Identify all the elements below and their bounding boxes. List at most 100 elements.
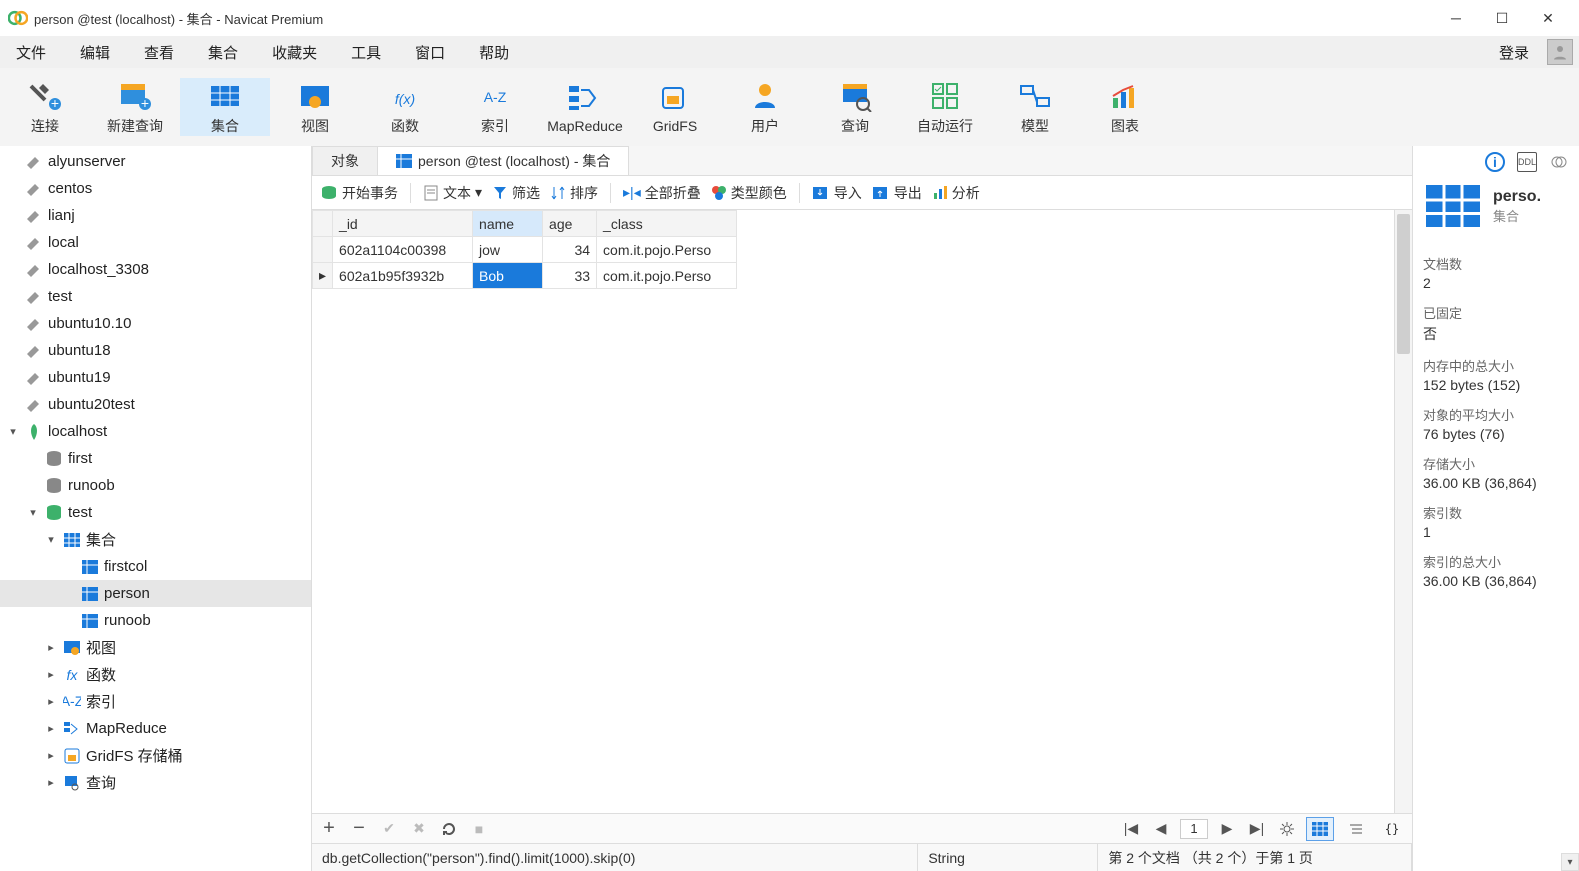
tool-mapreduce[interactable]: MapReduce [540, 78, 630, 136]
vertical-scrollbar[interactable] [1394, 210, 1412, 813]
tool-function[interactable]: f(x) 函数 [360, 78, 450, 136]
tree-conn-item[interactable]: centos [0, 175, 311, 202]
tab-bar: 对象 person @test (localhost) - 集合 [312, 146, 1412, 176]
tree-database-item[interactable]: first [0, 445, 311, 472]
tree-coll-item[interactable]: runoob [0, 607, 311, 634]
col-id[interactable]: _id [333, 211, 473, 237]
begin-tx-button[interactable]: 开始事务 [320, 183, 398, 203]
json-view-button[interactable]: {} [1378, 817, 1406, 841]
user-avatar-icon[interactable] [1547, 39, 1573, 65]
tree-conn-item[interactable]: test [0, 283, 311, 310]
data-grid[interactable]: _id name age _class 602a1104c00398 jow 3… [312, 210, 1394, 813]
connection-icon [24, 260, 44, 280]
type-color-button[interactable]: 类型颜色 [711, 183, 787, 203]
maximize-button[interactable]: ☐ [1479, 2, 1525, 34]
stat-key: 索引的总大小 [1423, 552, 1569, 571]
sort-button[interactable]: 排序 [550, 183, 598, 203]
tree-collections-node[interactable]: ▾集合 [0, 526, 311, 553]
menu-file[interactable]: 文件 [6, 38, 56, 67]
refresh-button[interactable] [438, 818, 460, 840]
overlap-icon[interactable] [1549, 152, 1569, 172]
col-name[interactable]: name [473, 211, 543, 237]
minimize-button[interactable]: ─ [1433, 2, 1479, 34]
tree-gridfs-node[interactable]: ▸GridFS 存储桶 [0, 742, 311, 769]
connection-tree[interactable]: alyunserver centos lianj local localhost… [0, 146, 311, 871]
close-button[interactable]: ✕ [1525, 2, 1571, 34]
tool-collection[interactable]: 集合 [180, 78, 270, 136]
tool-new-query[interactable]: + 新建查询 [90, 78, 180, 136]
stat-value: 76 bytes (76) [1423, 426, 1569, 442]
ddl-icon[interactable]: DDL [1517, 152, 1537, 172]
tool-user[interactable]: 用户 [720, 78, 810, 136]
stat-value: 36.00 KB (36,864) [1423, 475, 1569, 491]
analyze-button[interactable]: 分析 [932, 183, 980, 203]
tree-coll-item[interactable]: firstcol [0, 553, 311, 580]
tree-functions-node[interactable]: ▸fx函数 [0, 661, 311, 688]
last-page-button[interactable]: ▶| [1246, 818, 1268, 840]
filter-icon [492, 185, 508, 201]
tree-mapreduce-node[interactable]: ▸MapReduce [0, 715, 311, 742]
tree-database-test[interactable]: ▾test [0, 499, 311, 526]
tree-conn-item[interactable]: ubuntu18 [0, 337, 311, 364]
tree-conn-item[interactable]: ubuntu20test [0, 391, 311, 418]
tree-conn-item[interactable]: ubuntu10.10 [0, 310, 311, 337]
connection-icon [24, 206, 44, 226]
tree-conn-item[interactable]: local [0, 229, 311, 256]
panel-title: perso. [1493, 188, 1541, 206]
tree-conn-item[interactable]: ubuntu19 [0, 364, 311, 391]
tool-index[interactable]: A-Z 索引 [450, 78, 540, 136]
tab-document[interactable]: person @test (localhost) - 集合 [377, 146, 629, 175]
next-page-button[interactable]: ▶ [1216, 818, 1238, 840]
tree-database-item[interactable]: runoob [0, 472, 311, 499]
menu-collection[interactable]: 集合 [198, 38, 248, 67]
tree-views-node[interactable]: ▸视图 [0, 634, 311, 661]
tree-conn-item[interactable]: lianj [0, 202, 311, 229]
info-icon[interactable]: i [1485, 152, 1505, 172]
tree-coll-person[interactable]: person [0, 580, 311, 607]
tool-view[interactable]: 视图 [270, 78, 360, 136]
svg-text:fx: fx [67, 667, 79, 683]
text-button[interactable]: 文本 ▾ [423, 183, 482, 203]
apply-button[interactable]: ✔ [378, 818, 400, 840]
table-row[interactable]: 602a1104c00398 jow 34 com.it.pojo.Perso [313, 237, 737, 263]
col-age[interactable]: age [543, 211, 597, 237]
delete-row-button[interactable]: − [348, 818, 370, 840]
tool-model[interactable]: 模型 [990, 78, 1080, 136]
cancel-button[interactable]: ✖ [408, 818, 430, 840]
collapse-button[interactable]: ▸|◂全部折叠 [623, 183, 701, 203]
stat-key: 已固定 [1423, 303, 1569, 322]
tool-gridfs[interactable]: GridFS [630, 78, 720, 136]
menu-view[interactable]: 查看 [134, 38, 184, 67]
first-page-button[interactable]: |◀ [1120, 818, 1142, 840]
settings-button[interactable] [1276, 818, 1298, 840]
filter-button[interactable]: 筛选 [492, 183, 540, 203]
page-input[interactable] [1180, 819, 1208, 839]
tree-query-node[interactable]: ▸查询 [0, 769, 311, 796]
prev-page-button[interactable]: ◀ [1150, 818, 1172, 840]
tab-objects[interactable]: 对象 [312, 146, 378, 175]
table-row[interactable]: ▸ 602a1b95f3932b Bob 33 com.it.pojo.Pers… [313, 263, 737, 289]
tool-query[interactable]: 查询 [810, 78, 900, 136]
menu-edit[interactable]: 编辑 [70, 38, 120, 67]
tree-indexes-node[interactable]: ▸A-Z索引 [0, 688, 311, 715]
col-class[interactable]: _class [597, 211, 737, 237]
tree-conn-item[interactable]: alyunserver [0, 148, 311, 175]
tool-chart[interactable]: 图表 [1080, 78, 1170, 136]
menu-help[interactable]: 帮助 [469, 38, 519, 67]
menu-window[interactable]: 窗口 [405, 38, 455, 67]
export-button[interactable]: 导出 [872, 183, 922, 203]
tool-connection[interactable]: + 连接 [0, 78, 90, 136]
grid-view-button[interactable] [1306, 817, 1334, 841]
menu-tools[interactable]: 工具 [341, 38, 391, 67]
add-row-button[interactable]: + [318, 818, 340, 840]
tree-conn-item[interactable]: localhost_3308 [0, 256, 311, 283]
import-button[interactable]: 导入 [812, 183, 862, 203]
scrollbar-thumb[interactable] [1397, 214, 1410, 354]
menu-favorites[interactable]: 收藏夹 [262, 38, 327, 67]
tree-conn-localhost[interactable]: ▾localhost [0, 418, 311, 445]
stop-button[interactable]: ■ [468, 818, 490, 840]
tool-autorun[interactable]: 自动运行 [900, 78, 990, 136]
tree-view-button[interactable] [1342, 817, 1370, 841]
selected-cell[interactable]: Bob [473, 263, 543, 289]
login-link[interactable]: 登录 [1489, 38, 1539, 67]
